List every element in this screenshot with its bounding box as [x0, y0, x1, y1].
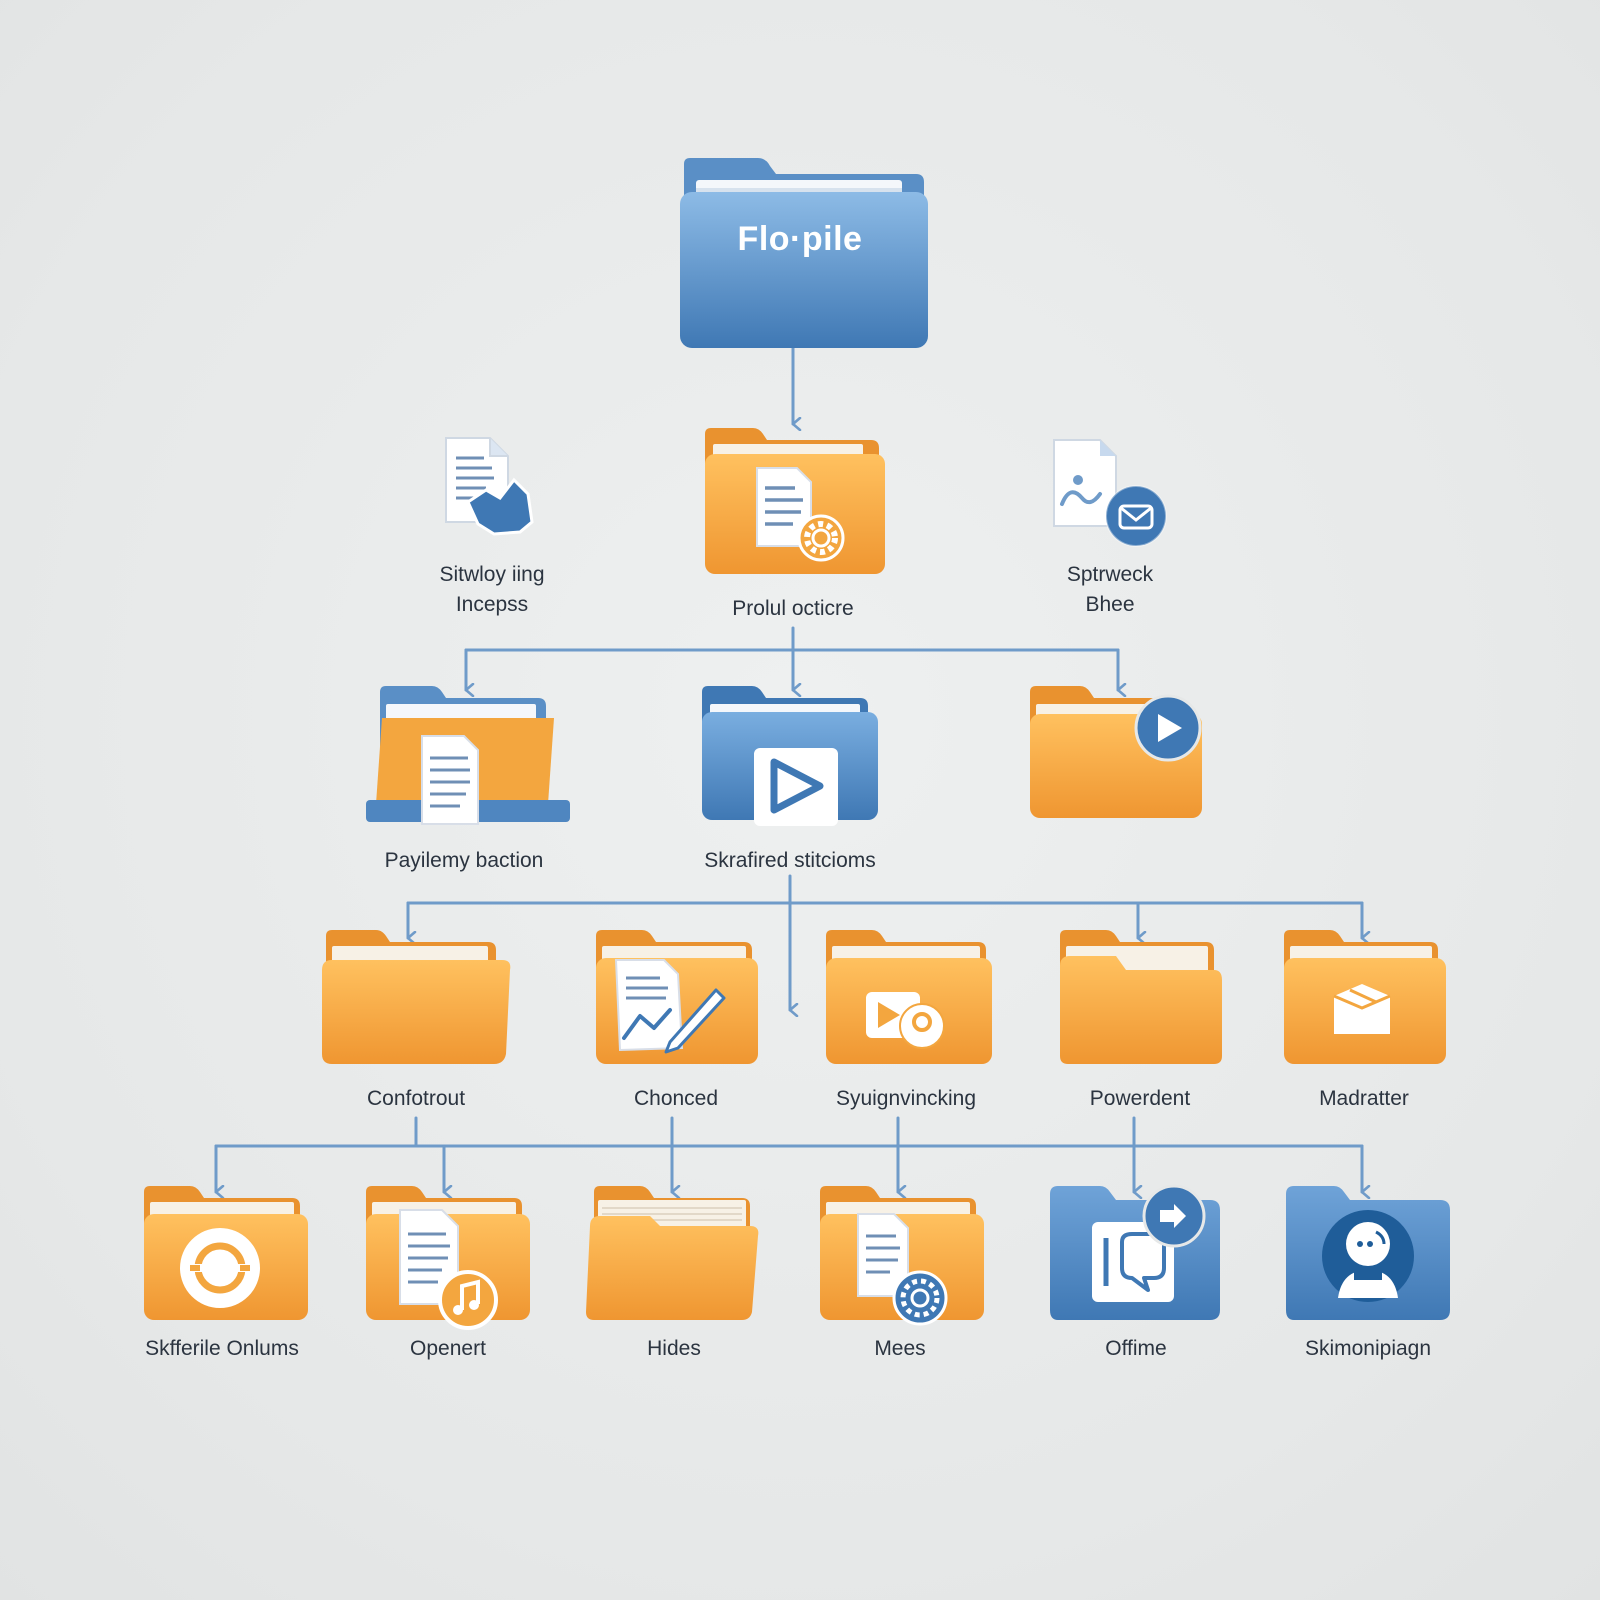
folder-icon — [1060, 930, 1222, 1064]
level1-center-label: Prolul octicre — [732, 597, 854, 620]
level3-node-4[interactable]: Powerdent — [1030, 930, 1250, 1120]
level4-label-2: Openert — [410, 1337, 486, 1360]
blue-folder-user-icon — [1286, 1186, 1450, 1320]
root-title: Flo·pile — [737, 220, 863, 258]
level3-label-2: Chonced — [633, 1087, 719, 1110]
folder-document-icon — [366, 686, 570, 825]
folder-icon — [322, 930, 511, 1064]
folder-music-icon — [366, 1186, 530, 1330]
level1-left-node[interactable]: Sitwloy iing Incepss — [382, 436, 602, 626]
folder-icon — [586, 1186, 759, 1320]
folder-document-gear-icon — [820, 1186, 984, 1326]
level4-label-5: Offime — [1105, 1337, 1167, 1360]
document-bird-icon — [445, 437, 534, 536]
level3-label-4: Powerdent — [1089, 1087, 1191, 1110]
level1-center-node[interactable]: Prolul octicre — [683, 428, 903, 628]
folder-box-icon — [1284, 930, 1446, 1064]
level3-node-1[interactable]: Confotrout — [306, 930, 526, 1120]
level3-node-3[interactable]: Syuignvincking — [796, 930, 1016, 1120]
folder-document-gear-icon — [705, 428, 885, 574]
folder-chart-pen-icon — [596, 930, 758, 1064]
folder-play-icon — [1030, 686, 1202, 818]
level2-node-2[interactable]: Skrafired stitcioms — [680, 686, 900, 886]
level2-label-1: Payilemy baction — [384, 849, 544, 872]
level2-label-2: Skrafired stitcioms — [704, 849, 876, 872]
level4-node-3[interactable]: Hides — [564, 1186, 784, 1376]
level3-label-1: Confotrout — [366, 1087, 466, 1110]
level1-right-node[interactable]: Sptrweck Bhee — [1000, 436, 1220, 626]
blue-folder-chat-icon — [1050, 1184, 1220, 1320]
level4-node-4[interactable]: Mees — [790, 1186, 1010, 1376]
level2-node-3[interactable] — [1010, 686, 1230, 886]
folder-sync-icon — [144, 1186, 308, 1320]
image-mail-icon — [1053, 439, 1167, 547]
level1-right-label: Sptrweck Bhee — [1066, 563, 1154, 616]
folder-video-camera-icon — [826, 930, 992, 1064]
level4-label-1: Skfferile Onlums — [145, 1337, 299, 1360]
level1-left-label: Sitwloy iing Incepss — [439, 563, 545, 616]
level4-node-5[interactable]: Offime — [1026, 1184, 1246, 1376]
level4-label-4: Mees — [874, 1337, 926, 1360]
level4-node-2[interactable]: Openert — [338, 1186, 558, 1376]
blue-folder-play-icon — [702, 686, 878, 826]
level3-node-5[interactable]: Madratter — [1254, 930, 1474, 1120]
level4-label-3: Hides — [647, 1337, 701, 1360]
level3-node-2[interactable]: Chonced — [566, 930, 786, 1120]
level4-label-6: Skimonipiagn — [1304, 1337, 1432, 1360]
level4-node-1[interactable]: Skfferile Onlums — [116, 1186, 336, 1376]
root-folder[interactable]: Flo·pile — [680, 158, 928, 348]
level4-node-6[interactable]: Skimonipiagn — [1258, 1186, 1478, 1376]
level3-label-3: Syuignvincking — [835, 1087, 977, 1110]
level3-label-5: Madratter — [1319, 1087, 1409, 1110]
level2-node-1[interactable]: Payilemy baction — [360, 686, 580, 886]
